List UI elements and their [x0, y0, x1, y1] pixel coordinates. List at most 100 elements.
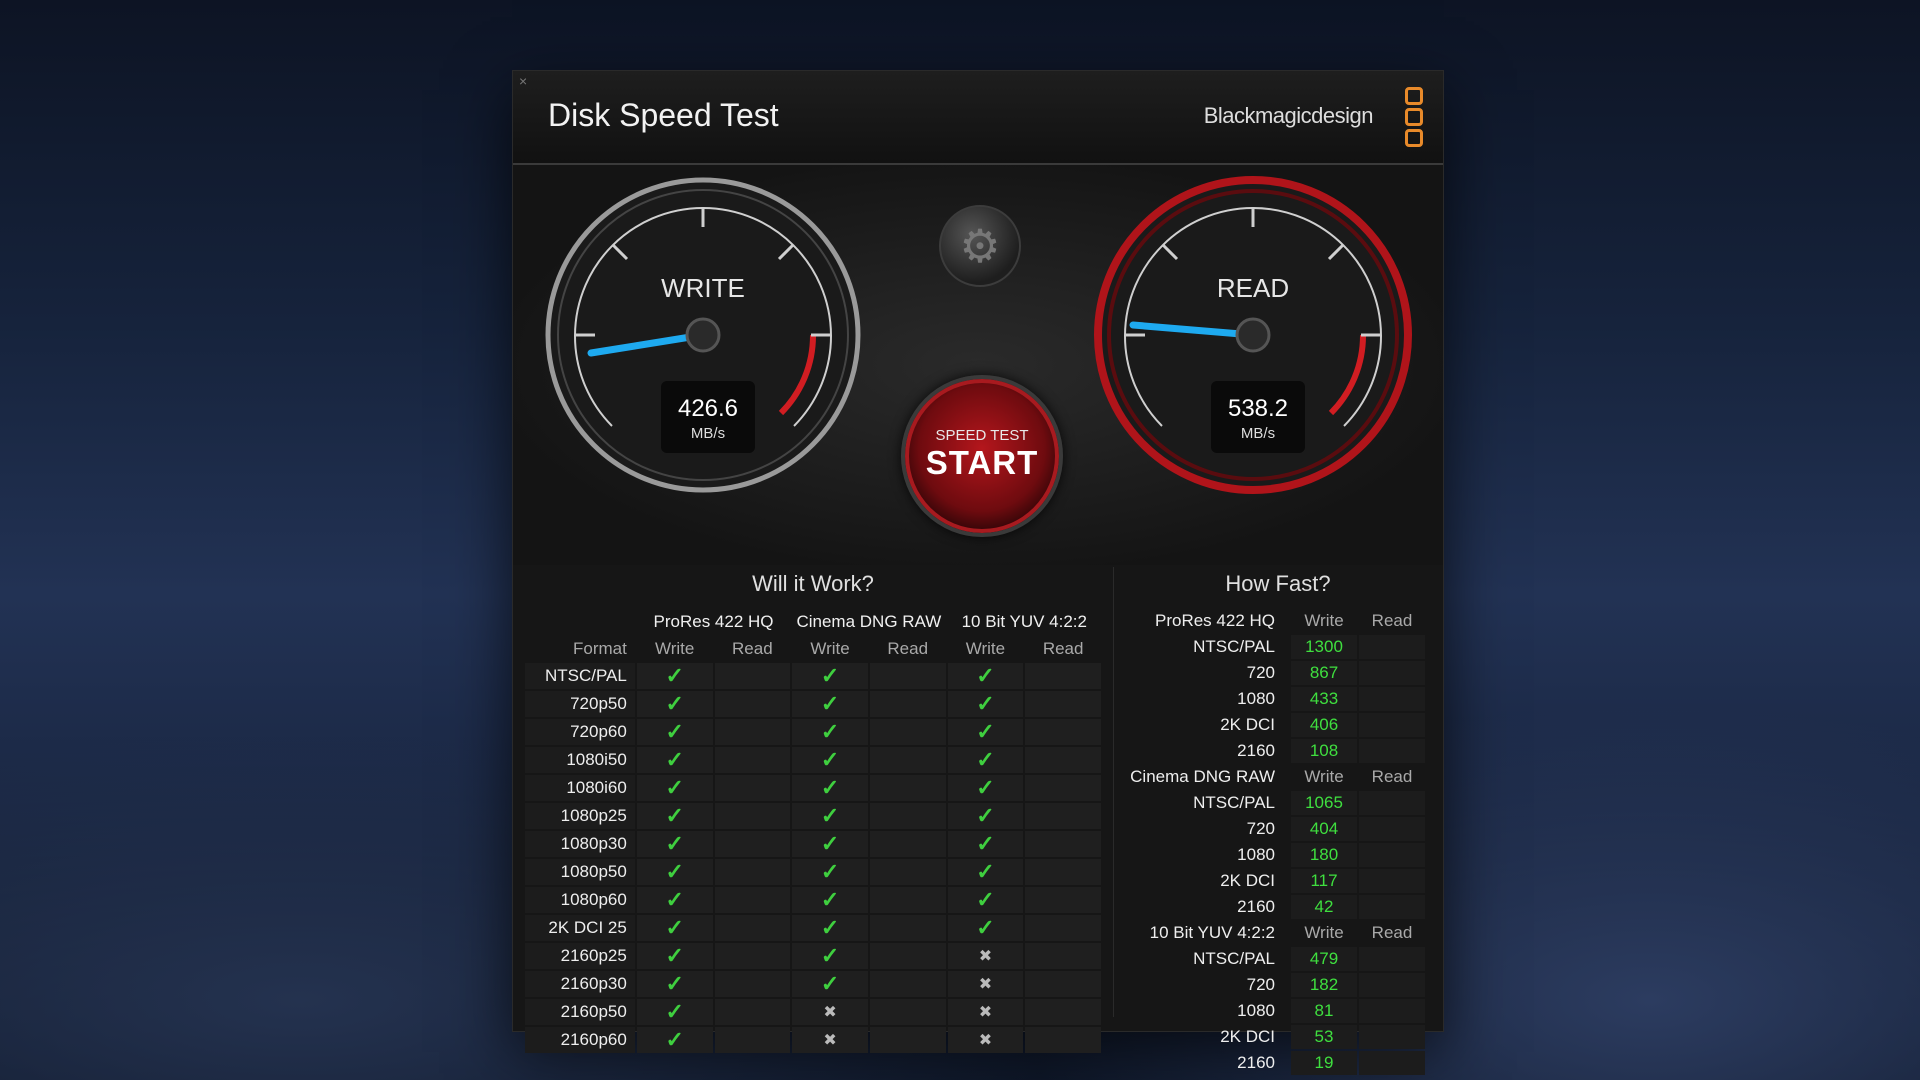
- read-fps-value: [1359, 973, 1425, 997]
- table-row: 1080 433: [1125, 687, 1425, 711]
- result-cell: ✓: [636, 971, 713, 997]
- result-cell: [869, 663, 946, 689]
- result-cell: [869, 803, 946, 829]
- result-cell: [1025, 1027, 1101, 1053]
- title-bar: × Disk Speed Test Blackmagicdesign: [513, 71, 1443, 165]
- result-cell: [869, 747, 946, 773]
- result-cell: [714, 803, 791, 829]
- result-cell: ✓: [792, 803, 868, 829]
- result-cell: [714, 943, 791, 969]
- result-cell: ✓: [636, 943, 713, 969]
- read-fps-value: [1359, 791, 1425, 815]
- result-cell: [869, 915, 946, 941]
- start-button[interactable]: SPEED TEST START: [901, 375, 1063, 537]
- result-cell: ✓: [792, 943, 868, 969]
- result-cell: ✓: [947, 887, 1024, 913]
- result-cell: [1025, 999, 1101, 1025]
- format-label: 720p50: [525, 691, 635, 717]
- resolution-label: 720: [1246, 663, 1275, 682]
- group-header-row: ProRes 422 HQ Write Read: [1125, 609, 1425, 633]
- how-fast-table: ProRes 422 HQ Write Read NTSC/PAL 1300 720 867…: [1123, 607, 1427, 1077]
- will-it-work-panel: ProRes 422 HQ Cinema DNG RAW 10 Bit YUV …: [523, 607, 1103, 1055]
- result-cell: ✓: [792, 971, 868, 997]
- result-cell: [869, 971, 946, 997]
- check-icon: ✓: [820, 859, 840, 884]
- result-cell: [714, 663, 791, 689]
- result-cell: ✓: [636, 803, 713, 829]
- result-cell: ✓: [636, 663, 713, 689]
- group-header: ProRes 422 HQ: [653, 611, 774, 631]
- resolution-label: 2K DCI: [1220, 871, 1275, 890]
- table-row: 2160p50 ✓ ✖ ✖: [525, 999, 1101, 1025]
- check-icon: ✓: [665, 971, 684, 996]
- table-row: 2K DCI 25 ✓ ✓ ✓: [525, 915, 1101, 941]
- write-fps-value: 117: [1291, 869, 1357, 893]
- table-row: 720p50 ✓ ✓ ✓: [525, 691, 1101, 717]
- table-row: 2160 108: [1125, 739, 1425, 763]
- read-gauge-label: READ: [1216, 273, 1290, 303]
- write-fps-value: 406: [1291, 713, 1357, 737]
- check-icon: ✓: [665, 943, 684, 968]
- result-cell: ✓: [947, 803, 1024, 829]
- result-cell: [1025, 831, 1101, 857]
- resolution-label: 2160: [1237, 741, 1275, 760]
- result-cell: ✓: [792, 831, 868, 857]
- write-fps-value: 19: [1291, 1051, 1357, 1075]
- result-cell: ✖: [947, 971, 1024, 997]
- result-cell: ✓: [792, 691, 868, 717]
- result-cell: ✖: [947, 943, 1024, 969]
- write-readout: 426.6 MB/s: [661, 381, 755, 453]
- result-cell: [714, 719, 791, 745]
- result-cell: ✖: [947, 999, 1024, 1025]
- read-fps-value: [1359, 869, 1425, 893]
- result-cell: ✓: [792, 859, 868, 885]
- table-row: NTSC/PAL ✓ ✓ ✓: [525, 663, 1101, 689]
- read-gauge: READ 538.2 MB/s: [1093, 175, 1413, 495]
- check-icon: ✓: [665, 859, 684, 884]
- table-row: 1080p30 ✓ ✓ ✓: [525, 831, 1101, 857]
- table-row: 720 867: [1125, 661, 1425, 685]
- write-gauge: WRITE 426.6 MB/s: [543, 175, 863, 495]
- app-title: Disk Speed Test: [548, 97, 779, 133]
- resolution-label: NTSC/PAL: [1193, 793, 1275, 812]
- resolution-label: NTSC/PAL: [1193, 949, 1275, 968]
- result-cell: ✓: [947, 831, 1024, 857]
- settings-button[interactable]: ⚙: [939, 205, 1021, 287]
- check-icon: ✓: [976, 691, 995, 716]
- read-header: Read: [1371, 611, 1413, 630]
- read-fps-value: [1359, 739, 1425, 763]
- close-button[interactable]: ×: [519, 73, 527, 89]
- result-cell: ✓: [792, 747, 868, 773]
- check-icon: ✓: [976, 747, 995, 772]
- table-row: 2160p25 ✓ ✓ ✖: [525, 943, 1101, 969]
- read-fps-value: [1359, 895, 1425, 919]
- result-cell: ✓: [636, 859, 713, 885]
- write-fps-value: 53: [1291, 1025, 1357, 1049]
- write-header: Write: [810, 638, 850, 658]
- result-cell: ✓: [636, 775, 713, 801]
- result-cell: ✓: [947, 859, 1024, 885]
- table-row: 2160 42: [1125, 895, 1425, 919]
- check-icon: ✓: [976, 831, 995, 856]
- read-fps-value: [1359, 1025, 1425, 1049]
- check-icon: ✓: [820, 915, 840, 940]
- write-header: Write: [654, 638, 695, 658]
- table-row: 2K DCI 406: [1125, 713, 1425, 737]
- resolution-label: 720: [1246, 975, 1275, 994]
- result-cell: [714, 887, 791, 913]
- result-cell: ✖: [792, 1027, 868, 1053]
- read-header: Read: [887, 638, 929, 658]
- cross-icon: ✖: [978, 976, 993, 993]
- result-cell: [1025, 803, 1101, 829]
- how-fast-panel: ProRes 422 HQ Write Read NTSC/PAL 1300 720 867…: [1123, 607, 1433, 1077]
- result-cell: ✓: [792, 663, 868, 689]
- read-fps-value: [1359, 999, 1425, 1023]
- table-row: 1080p50 ✓ ✓ ✓: [525, 859, 1101, 885]
- result-cell: [869, 999, 946, 1025]
- how-fast-rows: ProRes 422 HQ Write Read NTSC/PAL 1300 720 867…: [1125, 609, 1425, 1075]
- will-it-work-title: Will it Work?: [752, 571, 874, 596]
- write-fps-value: 1065: [1291, 791, 1357, 815]
- format-label: 2160p50: [525, 999, 635, 1025]
- result-cell: [714, 691, 791, 717]
- result-cell: ✓: [947, 691, 1024, 717]
